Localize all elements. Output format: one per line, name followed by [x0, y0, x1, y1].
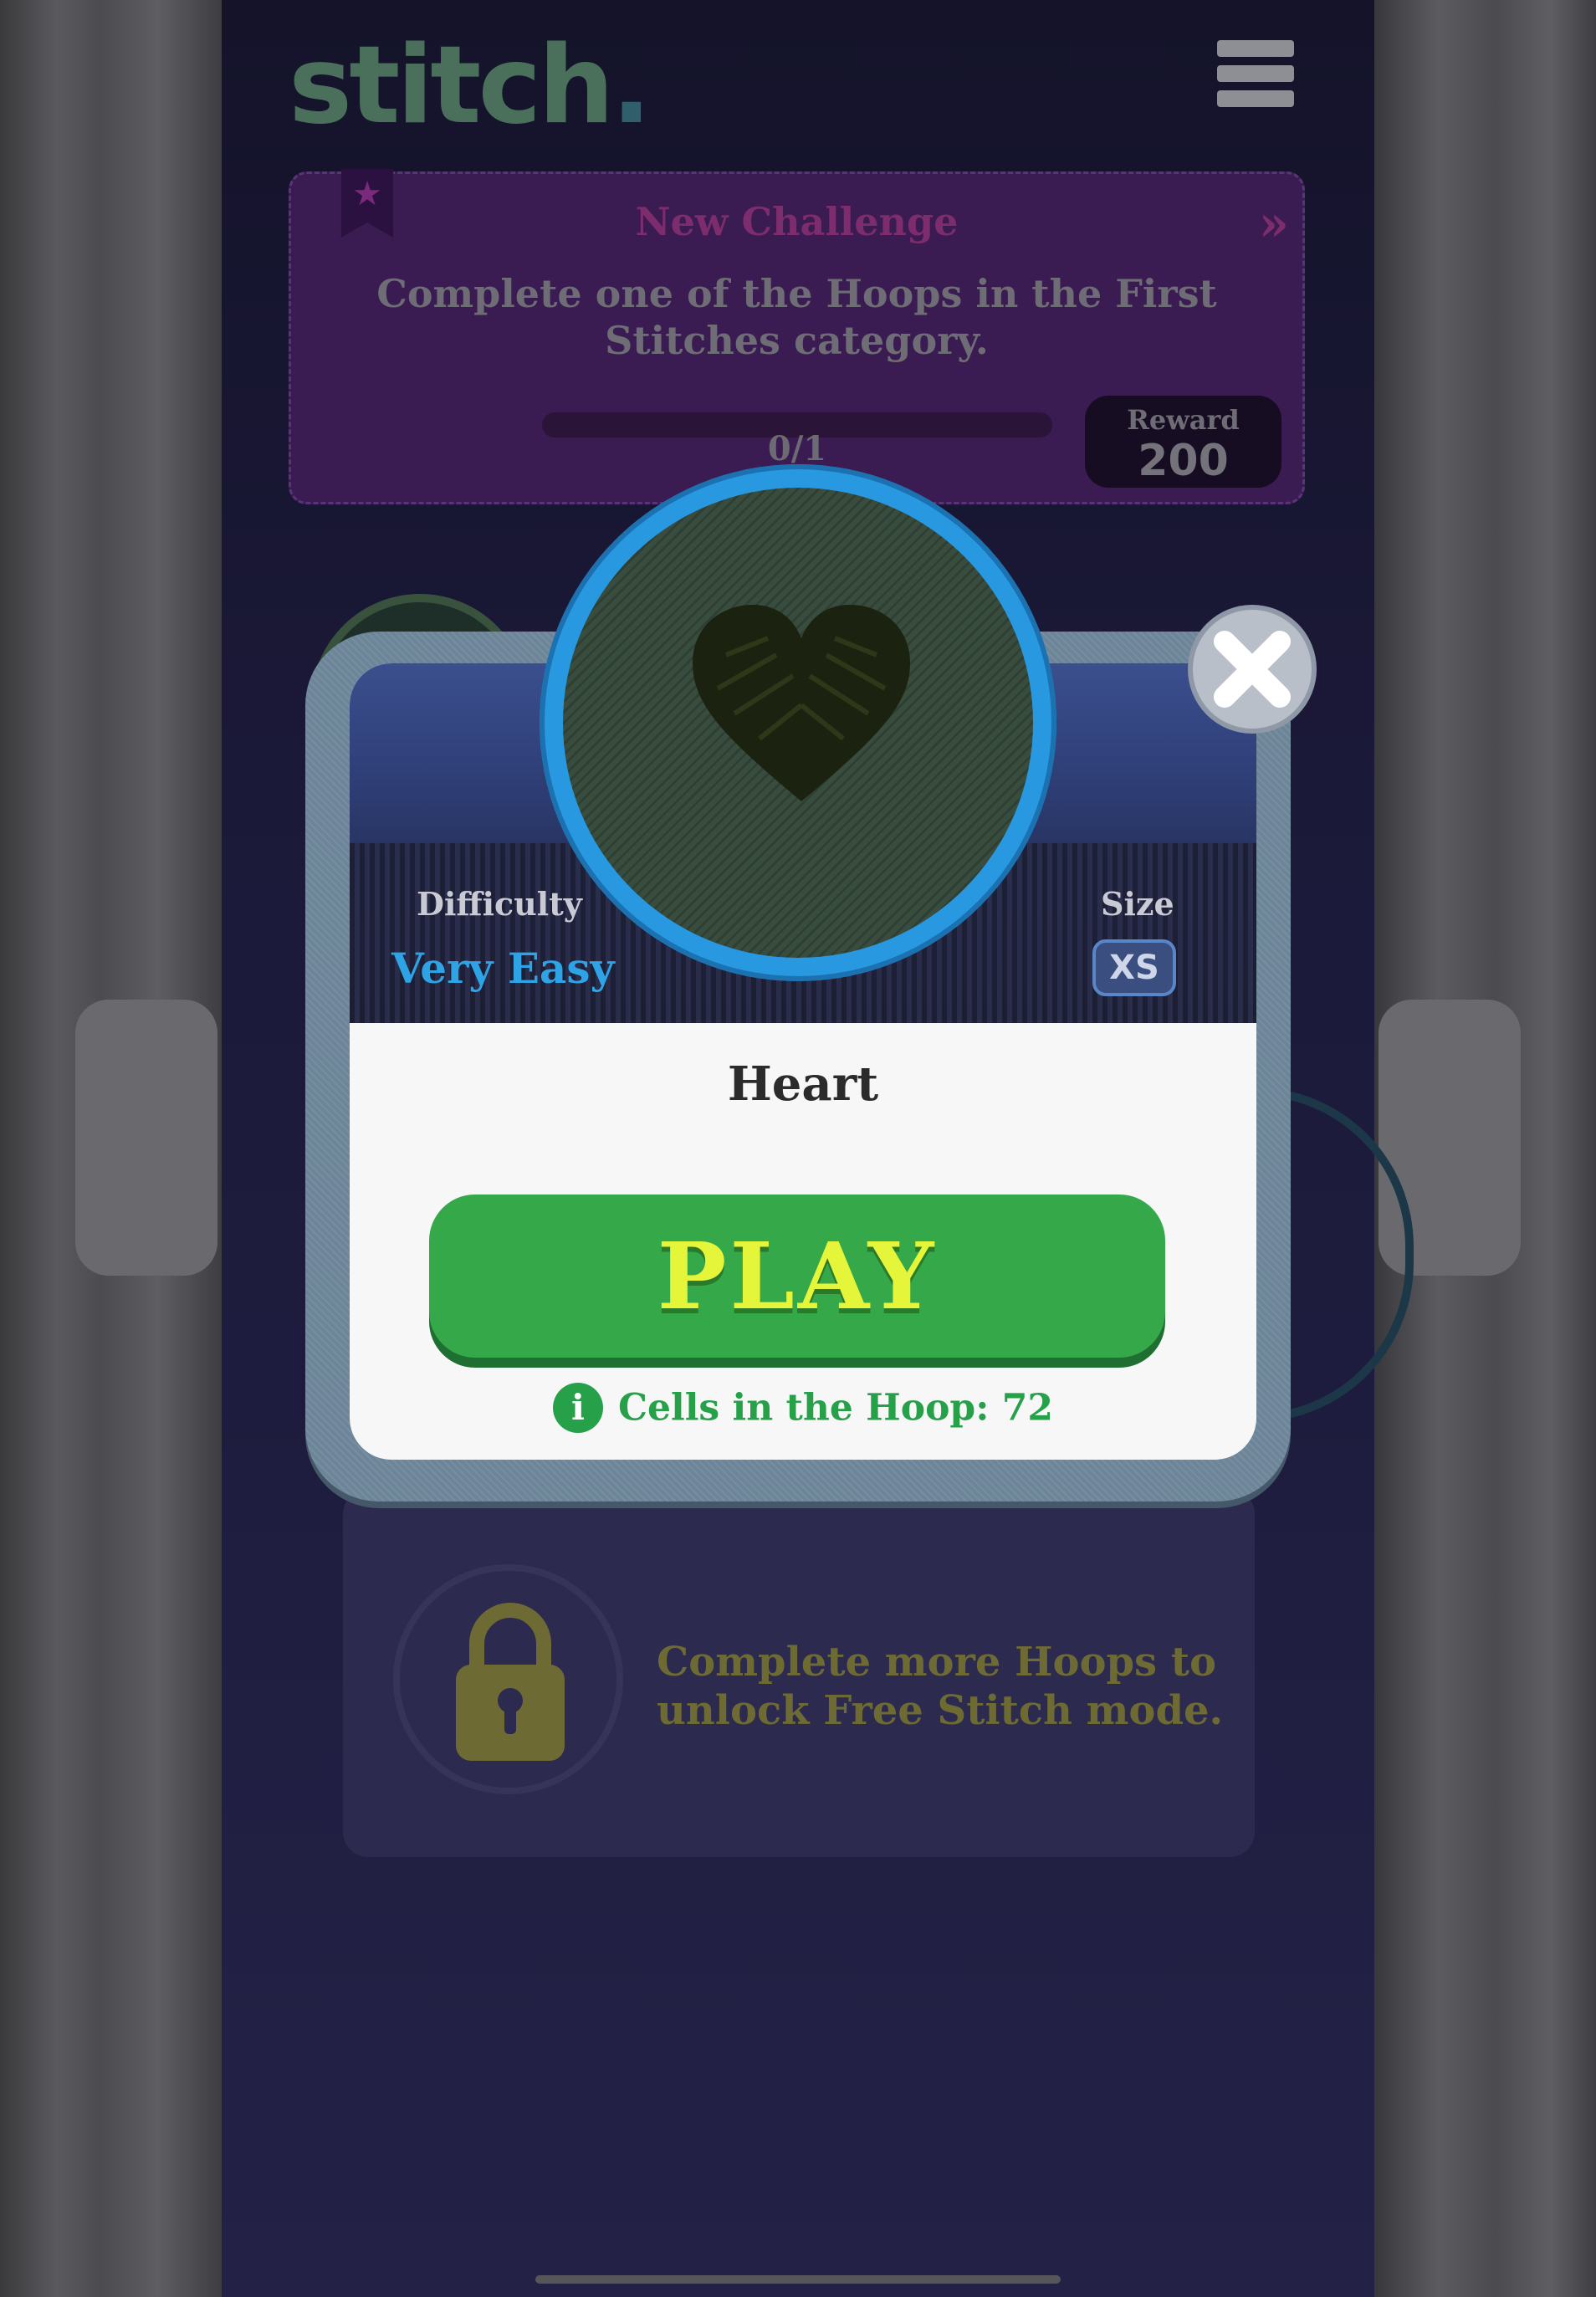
challenge-description: Complete one of the Hoops in the First S…: [376, 271, 1217, 363]
app-logo: stitch.: [289, 23, 652, 148]
right-frame: [1370, 0, 1596, 2297]
hoop-title: Heart: [727, 1056, 879, 1112]
info-icon: i: [552, 1383, 603, 1433]
left-frame-clip: [75, 1000, 217, 1276]
cells-info-text: Cells in the Hoop: 72: [617, 1386, 1053, 1430]
close-button[interactable]: [1188, 605, 1317, 734]
challenge-arrows-icon[interactable]: »: [1259, 195, 1289, 252]
hoop-fabric: [563, 488, 1033, 958]
lock-icon: [456, 1603, 565, 1761]
reward-badge: Reward 200: [1085, 396, 1281, 488]
size-label: Size: [1101, 885, 1174, 923]
challenge-title: New Challenge: [635, 199, 959, 244]
menu-button[interactable]: [1217, 40, 1294, 115]
play-button[interactable]: PLAY: [429, 1195, 1165, 1358]
home-indicator: [535, 2275, 1061, 2284]
difficulty-label: Difficulty: [417, 885, 582, 923]
free-stitch-locked-card: Complete more Hoops to unlock Free Stitc…: [343, 1489, 1255, 1857]
cells-info: i Cells in the Hoop: 72: [350, 1383, 1256, 1433]
heart-icon: [693, 605, 910, 801]
left-frame: [0, 0, 226, 2297]
reward-value: 200: [1138, 436, 1229, 486]
reward-label: Reward: [1127, 404, 1240, 436]
challenge-card[interactable]: ★ New Challenge » Complete one of the Ho…: [289, 169, 1305, 504]
hoop-preview: [540, 464, 1056, 981]
logo-dot: .: [611, 23, 652, 148]
size-badge: XS: [1092, 939, 1176, 996]
locked-message: Complete more Hoops to unlock Free Stitc…: [657, 1639, 1224, 1734]
logo-text: stitch: [289, 23, 614, 148]
close-icon: [1214, 631, 1291, 708]
challenge-progress-text: 0/1: [767, 429, 827, 468]
hamburger-icon: [1217, 40, 1294, 107]
difficulty-value: Very Easy: [391, 944, 615, 993]
